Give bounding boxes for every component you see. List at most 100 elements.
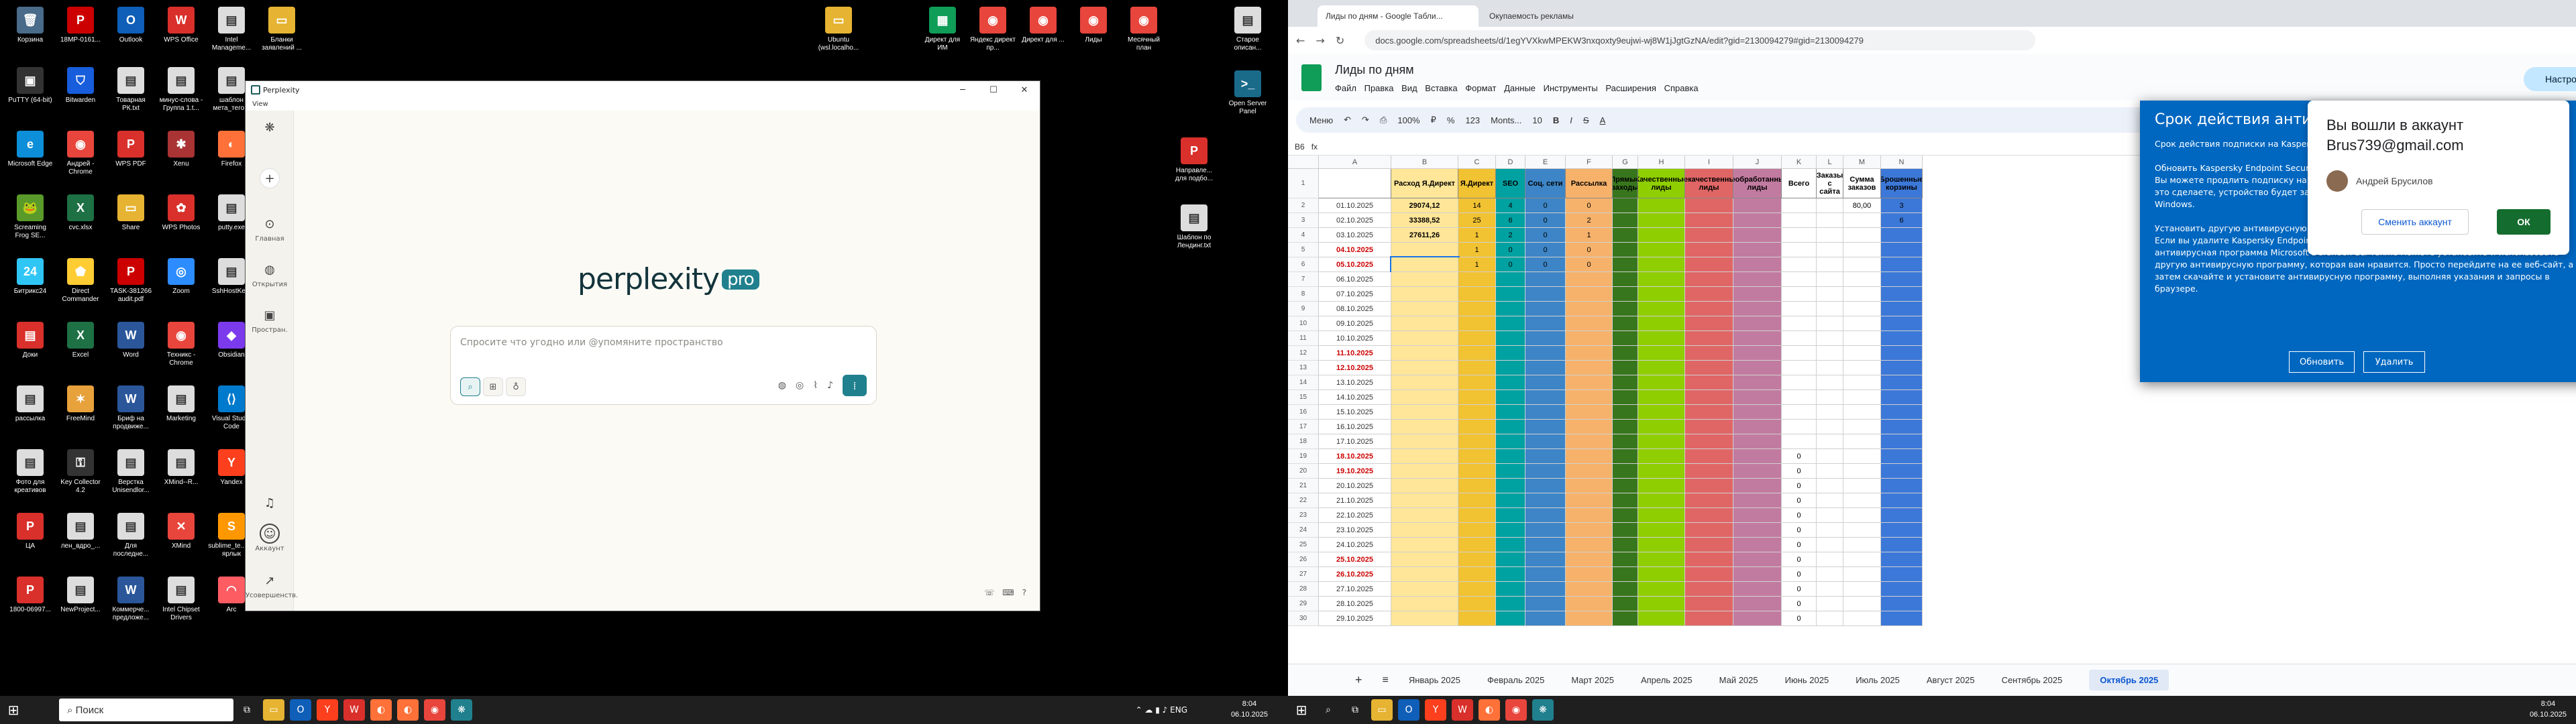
table-cell[interactable]: [1638, 449, 1685, 464]
table-cell[interactable]: [1638, 434, 1685, 449]
desktop-icon[interactable]: ▤ Фото для креативов: [7, 449, 54, 495]
yandex-icon[interactable]: Y: [317, 699, 338, 721]
table-cell[interactable]: [1733, 597, 1782, 611]
table-cell[interactable]: 0: [1525, 213, 1566, 228]
table-cell[interactable]: [1391, 287, 1458, 302]
table-cell[interactable]: [1525, 552, 1566, 567]
table-cell[interactable]: [1525, 405, 1566, 420]
table-cell[interactable]: [1638, 243, 1685, 257]
table-cell[interactable]: 3: [1881, 198, 1923, 213]
table-cell[interactable]: [1881, 523, 1923, 538]
table-cell[interactable]: [1391, 420, 1458, 434]
desktop-icon[interactable]: ▤ минус-слова - Группа 1.t...: [158, 67, 205, 113]
header-cell[interactable]: [1319, 169, 1391, 198]
tab-leads[interactable]: Лиды по дням - Google Табли...: [1318, 5, 1479, 27]
table-cell[interactable]: [1391, 567, 1458, 582]
table-cell[interactable]: [1881, 552, 1923, 567]
table-cell[interactable]: [1638, 523, 1685, 538]
ask-box[interactable]: Спросите что угодно или @упомяните прост…: [450, 326, 877, 405]
row-header[interactable]: 28: [1288, 582, 1319, 597]
table-cell[interactable]: 0: [1782, 493, 1817, 508]
table-cell[interactable]: 1: [1458, 243, 1496, 257]
table-cell[interactable]: [1843, 302, 1881, 316]
row-header[interactable]: 30: [1288, 611, 1319, 626]
row-header[interactable]: 18: [1288, 434, 1319, 449]
menu-insert[interactable]: Вставка: [1425, 83, 1457, 93]
table-cell[interactable]: [1817, 434, 1843, 449]
table-cell[interactable]: [1843, 449, 1881, 464]
sheet-tab[interactable]: Март 2025: [1571, 675, 1614, 685]
header-cell[interactable]: Всего: [1782, 169, 1817, 198]
row-header[interactable]: 1: [1288, 169, 1319, 198]
table-cell[interactable]: [1638, 493, 1685, 508]
table-cell[interactable]: 29074,12: [1391, 198, 1458, 213]
sidebar-item-discover[interactable]: ◍ Открытия: [246, 259, 294, 289]
desktop-icon[interactable]: ▭ Бланки заявлений ...: [258, 7, 305, 52]
table-cell[interactable]: [1613, 405, 1638, 420]
table-cell[interactable]: [1733, 243, 1782, 257]
menu-file[interactable]: Файл: [1335, 83, 1356, 93]
table-cell[interactable]: [1525, 464, 1566, 479]
desktop-icon[interactable]: ▤ NewProject...: [57, 577, 104, 614]
header-cell[interactable]: Брошенные корзины: [1881, 169, 1923, 198]
table-cell[interactable]: [1817, 405, 1843, 420]
row-header[interactable]: 12: [1288, 346, 1319, 361]
table-cell[interactable]: 0: [1782, 597, 1817, 611]
column-header[interactable]: K: [1782, 156, 1817, 169]
font-select[interactable]: Monts...: [1491, 115, 1521, 125]
table-cell[interactable]: [1881, 257, 1923, 272]
number-format-button[interactable]: 123: [1465, 115, 1480, 125]
table-cell[interactable]: [1391, 346, 1458, 361]
table-cell[interactable]: [1733, 508, 1782, 523]
table-cell[interactable]: [1566, 390, 1613, 405]
row-header[interactable]: 7: [1288, 272, 1319, 287]
help-icon[interactable]: ?: [1022, 588, 1026, 597]
menu-format[interactable]: Формат: [1465, 83, 1496, 93]
header-cell[interactable]: Сумма заказов: [1843, 169, 1881, 198]
table-cell[interactable]: [1817, 346, 1843, 361]
font-size-field[interactable]: 10: [1532, 115, 1542, 125]
bold-icon[interactable]: B: [1553, 115, 1559, 125]
table-cell[interactable]: 0: [1782, 611, 1817, 626]
table-cell[interactable]: [1685, 552, 1733, 567]
table-cell[interactable]: [1613, 346, 1638, 361]
date-cell[interactable]: 13.10.2025: [1319, 375, 1391, 390]
maximize-icon[interactable]: ☐: [978, 81, 1009, 99]
table-cell[interactable]: [1496, 361, 1525, 375]
table-cell[interactable]: [1496, 405, 1525, 420]
update-button[interactable]: Обновить: [2289, 351, 2355, 373]
table-cell[interactable]: 1: [1566, 228, 1613, 243]
table-cell[interactable]: 1: [1458, 257, 1496, 272]
table-cell[interactable]: [1685, 257, 1733, 272]
menu-edit[interactable]: Правка: [1364, 83, 1394, 93]
new-thread-button[interactable]: +: [246, 168, 294, 190]
desktop-icon[interactable]: ⬟ Direct Commander: [57, 258, 104, 304]
table-cell[interactable]: [1638, 552, 1685, 567]
table-cell[interactable]: [1458, 434, 1496, 449]
table-cell[interactable]: [1782, 302, 1817, 316]
menu-view[interactable]: Вид: [1401, 83, 1417, 93]
sheet-tab[interactable]: Май 2025: [1719, 675, 1758, 685]
table-cell[interactable]: [1566, 375, 1613, 390]
table-cell[interactable]: [1566, 346, 1613, 361]
table-cell[interactable]: [1566, 464, 1613, 479]
table-cell[interactable]: [1843, 508, 1881, 523]
table-cell[interactable]: [1685, 420, 1733, 434]
table-cell[interactable]: [1733, 287, 1782, 302]
table-cell[interactable]: 0: [1566, 243, 1613, 257]
table-cell[interactable]: [1843, 243, 1881, 257]
desktop-icon[interactable]: W WPS Office: [158, 7, 205, 44]
table-cell[interactable]: [1566, 434, 1613, 449]
ask-input[interactable]: Спросите что угодно или @упомяните прост…: [460, 337, 723, 348]
table-cell[interactable]: [1685, 375, 1733, 390]
table-cell[interactable]: [1843, 464, 1881, 479]
table-cell[interactable]: [1881, 331, 1923, 346]
table-cell[interactable]: [1391, 597, 1458, 611]
table-cell[interactable]: [1496, 464, 1525, 479]
globe-icon[interactable]: ◍: [778, 380, 786, 391]
explorer-icon[interactable]: ▭: [1371, 699, 1393, 721]
firefox-icon[interactable]: ◐: [1479, 699, 1500, 721]
table-cell[interactable]: 14: [1458, 198, 1496, 213]
desktop-icon[interactable]: ◉ Андрей - Chrome: [57, 131, 104, 176]
table-cell[interactable]: [1496, 552, 1525, 567]
